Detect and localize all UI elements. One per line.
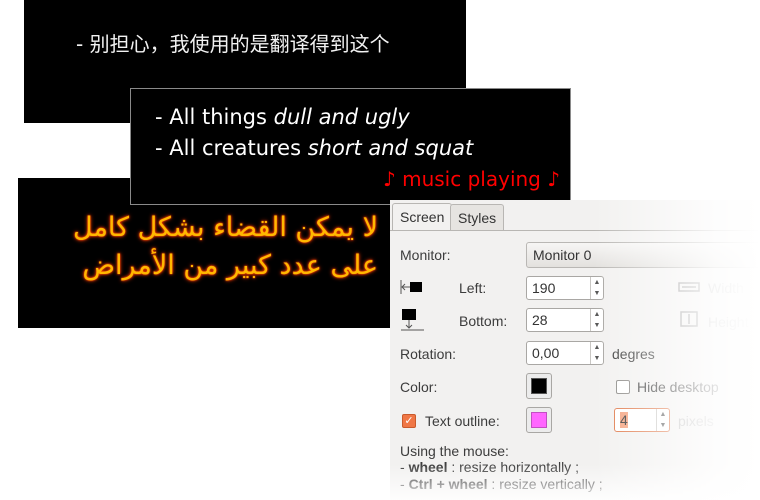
spin-up-icon[interactable]: ▲	[591, 277, 603, 288]
rotation-input[interactable]: 0,00 ▲ ▼	[526, 341, 604, 365]
mouse-help-key: wheel	[408, 459, 448, 475]
spin-up-icon[interactable]: ▲	[591, 309, 603, 320]
mouse-help-desc: : resize vertically ;	[487, 476, 603, 492]
text-outline-label: Text outline:	[425, 413, 500, 429]
width-icon	[678, 282, 700, 292]
width-label: Width	[708, 280, 744, 296]
spin-down-icon[interactable]: ▼	[657, 420, 669, 431]
bottom-input[interactable]: 28 ▲ ▼	[526, 308, 604, 332]
subtitle-plain-text: - All creatures	[155, 136, 308, 160]
check-icon: ✓	[404, 415, 414, 427]
color-label: Color:	[400, 379, 438, 395]
spin-up-icon[interactable]: ▲	[591, 342, 603, 353]
mouse-help-title: Using the mouse:	[400, 443, 509, 459]
mouse-help-line1: - wheel : resize horizontally ;	[400, 459, 579, 475]
bottom-label: Bottom:	[459, 313, 508, 329]
left-value: 190	[532, 280, 556, 296]
text-outline-checkbox[interactable]: ✓	[402, 414, 416, 428]
hide-desktop-label: Hide desktop	[637, 379, 719, 395]
bottom-spinner[interactable]: ▲ ▼	[590, 309, 603, 331]
height-label: Height	[708, 314, 749, 330]
mouse-help-desc: : resize horizontally ;	[447, 459, 579, 475]
spin-down-icon[interactable]: ▼	[591, 288, 603, 299]
subtitle-text-arabic-line2: على عدد كبير من الأمراض	[82, 250, 378, 281]
subtitle-text-english-line2: - All creatures short and squat	[155, 136, 473, 160]
rotation-unit: degres	[612, 346, 655, 362]
outline-pixels-unit: pixels	[678, 413, 714, 429]
mouse-help-line2: - Ctrl + wheel : resize vertically ;	[400, 476, 603, 492]
rotation-spinner[interactable]: ▲ ▼	[590, 342, 603, 364]
color-button[interactable]	[526, 373, 552, 399]
tab-screen[interactable]: Screen	[392, 203, 453, 231]
bottom-edge-icon	[401, 309, 424, 331]
subtitle-text-music: ♪ music playing ♪	[382, 167, 560, 191]
tab-styles[interactable]: Styles	[450, 204, 505, 230]
spin-down-icon[interactable]: ▼	[591, 353, 603, 364]
bottom-value: 28	[532, 312, 548, 328]
monitor-label: Monitor:	[400, 247, 451, 263]
subtitle-plain-text: - All things	[155, 105, 274, 129]
tab-divider	[390, 230, 760, 231]
subtitle-text-english-line1: - All things dull and ugly	[155, 105, 410, 129]
rotation-value: 0,00	[532, 345, 560, 361]
outline-color-button[interactable]	[526, 407, 552, 433]
color-swatch	[531, 378, 547, 394]
left-edge-icon	[400, 280, 422, 294]
subtitle-italic-text: short and squat	[307, 136, 474, 160]
outline-pixels-value: 4	[620, 412, 628, 428]
mouse-help-key: Ctrl + wheel	[408, 476, 488, 492]
spin-down-icon[interactable]: ▼	[591, 320, 603, 331]
subtitle-italic-text: dull and ugly	[273, 105, 410, 129]
outline-color-swatch	[531, 412, 547, 428]
spin-up-icon[interactable]: ▲	[657, 409, 669, 420]
left-label: Left:	[459, 280, 487, 296]
outline-pixels-input[interactable]: 4 ▲ ▼	[614, 408, 670, 432]
subtitle-preview-english: - All things dull and ugly - All creatur…	[130, 88, 571, 205]
height-icon	[680, 311, 698, 327]
settings-panel: Screen Styles Monitor: Monitor 0 Left: 1…	[390, 200, 760, 500]
subtitle-text-arabic-line1: لا يمكن القضاء بشكل كامل	[73, 212, 378, 243]
rotation-label: Rotation:	[400, 346, 457, 362]
subtitle-text-chinese: - 别担心，我使用的是翻译得到这个	[76, 32, 390, 56]
left-spinner[interactable]: ▲ ▼	[590, 277, 603, 299]
outline-pixels-spinner[interactable]: ▲ ▼	[656, 409, 669, 431]
left-input[interactable]: 190 ▲ ▼	[526, 276, 604, 300]
hide-desktop-checkbox[interactable]	[616, 380, 630, 394]
monitor-select[interactable]: Monitor 0	[526, 242, 760, 268]
